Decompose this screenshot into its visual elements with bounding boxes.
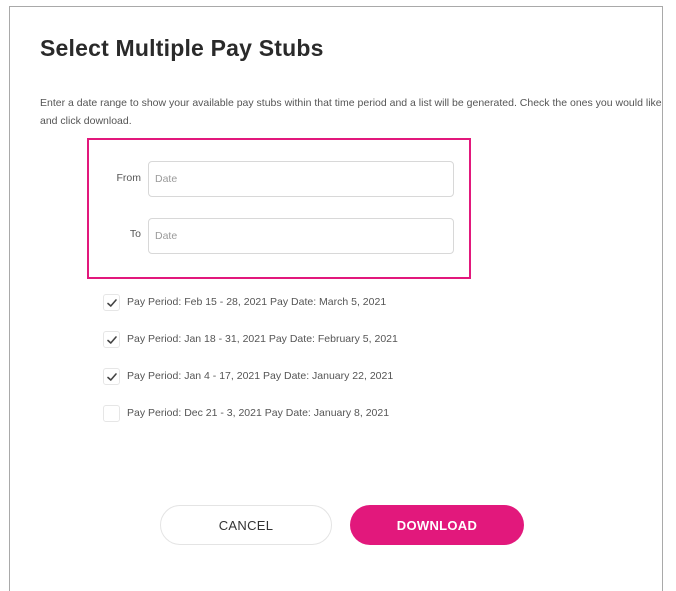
- pay-stub-item[interactable]: Pay Period: Jan 18 - 31, 2021 Pay Date: …: [103, 331, 563, 349]
- pay-stub-label: Pay Period: Feb 15 - 28, 2021 Pay Date: …: [127, 296, 387, 308]
- pay-stub-label: Pay Period: Dec 21 - 3, 2021 Pay Date: J…: [127, 407, 390, 419]
- pay-stub-list: Pay Period: Feb 15 - 28, 2021 Pay Date: …: [103, 294, 563, 442]
- dialog-title: Select Multiple Pay Stubs: [40, 35, 324, 61]
- pay-stub-checkbox[interactable]: [103, 368, 120, 385]
- checkmark-icon: [107, 299, 117, 307]
- pay-stub-checkbox[interactable]: [103, 405, 120, 422]
- pay-stub-checkbox[interactable]: [103, 331, 120, 348]
- pay-stub-item[interactable]: Pay Period: Feb 15 - 28, 2021 Pay Date: …: [103, 294, 563, 312]
- to-date-input[interactable]: [148, 218, 454, 254]
- pay-stubs-dialog: Select Multiple Pay Stubs Enter a date r…: [9, 6, 663, 591]
- pay-stub-label: Pay Period: Jan 18 - 31, 2021 Pay Date: …: [127, 333, 398, 345]
- from-label: From: [116, 172, 142, 184]
- date-range-box: From To: [87, 138, 471, 279]
- from-date-input[interactable]: [148, 161, 454, 197]
- checkmark-icon: [107, 373, 117, 381]
- pay-stub-checkbox[interactable]: [103, 294, 120, 311]
- dialog-description: Enter a date range to show your availabl…: [40, 97, 662, 127]
- pay-stub-label: Pay Period: Jan 4 - 17, 2021 Pay Date: J…: [127, 370, 394, 382]
- download-button[interactable]: DOWNLOAD: [350, 505, 524, 545]
- checkmark-icon: [107, 336, 117, 344]
- pay-stub-item[interactable]: Pay Period: Dec 21 - 3, 2021 Pay Date: J…: [103, 405, 563, 423]
- pay-stub-item[interactable]: Pay Period: Jan 4 - 17, 2021 Pay Date: J…: [103, 368, 563, 386]
- cancel-button[interactable]: CANCEL: [160, 505, 332, 545]
- to-label: To: [129, 228, 141, 240]
